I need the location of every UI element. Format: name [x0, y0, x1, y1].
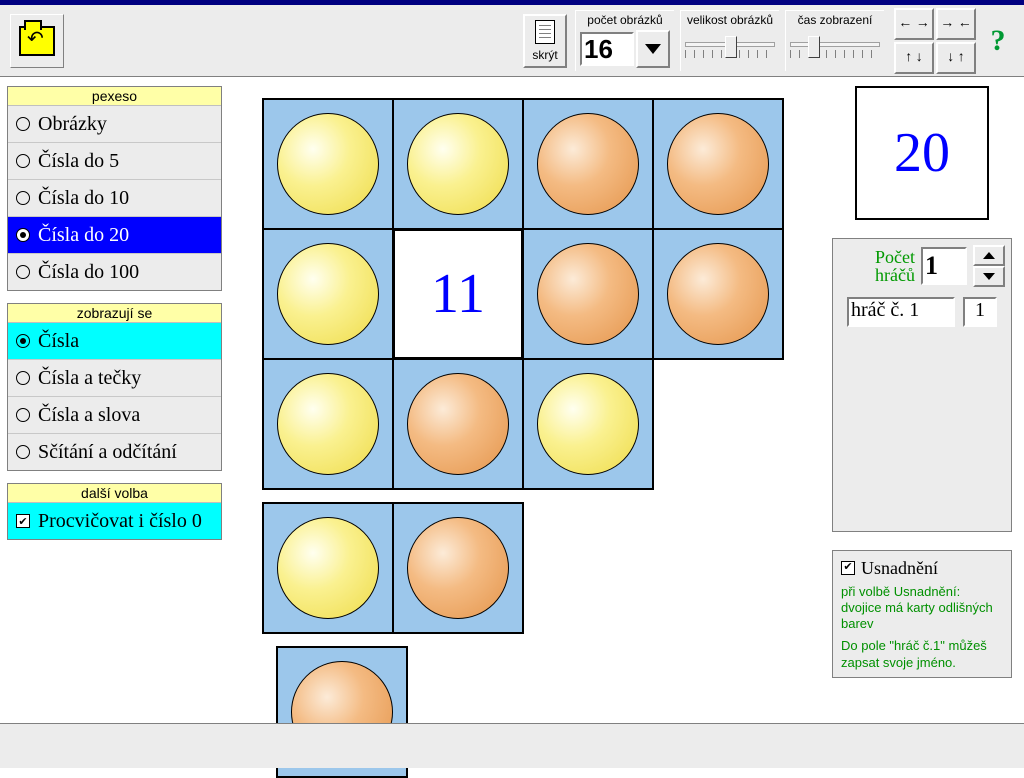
panel-pexeso-title: pexeso	[8, 87, 221, 106]
display-time-caption: čas zobrazení	[798, 13, 873, 29]
orange-ball-icon	[537, 243, 639, 345]
image-size-group: velikost obrázků	[680, 10, 779, 71]
card	[522, 502, 654, 634]
opt-obrazky[interactable]: Obrázky	[8, 106, 221, 143]
hide-button-label: skrýt	[532, 48, 557, 62]
opt-cisla-100[interactable]: Čísla do 100	[8, 254, 221, 290]
opt-cisla-slova[interactable]: Čísla a slova	[8, 397, 221, 434]
right-column: 20 Počethráčů 1 hráč č. 1 1 ✔Usnadnění p…	[832, 86, 1012, 718]
card[interactable]	[262, 228, 394, 360]
image-count-value[interactable]: 16	[580, 32, 634, 66]
help-button[interactable]: ?	[982, 25, 1014, 57]
hint-text-2: Do pole "hráč č.1" můžeš zapsat svoje jm…	[841, 638, 1003, 671]
opt-cisla-5[interactable]: Čísla do 5	[8, 143, 221, 180]
opt-cisla-10[interactable]: Čísla do 10	[8, 180, 221, 217]
yellow-ball-icon	[277, 517, 379, 619]
card[interactable]	[392, 98, 524, 230]
opt-cisla-20[interactable]: Čísla do 20	[8, 217, 221, 254]
revealed-number: 11	[431, 262, 485, 326]
image-count-group: počet obrázků 16	[575, 10, 674, 71]
card[interactable]	[262, 98, 394, 230]
display-time-slider[interactable]	[790, 36, 880, 62]
card[interactable]	[522, 98, 654, 230]
card[interactable]	[392, 502, 524, 634]
arrow-expand-h-button[interactable]: ← →	[894, 8, 934, 40]
card[interactable]	[522, 358, 654, 490]
orange-ball-icon	[667, 243, 769, 345]
display-time-group: čas zobrazení	[785, 10, 884, 71]
panel-zobrazuji: zobrazují se Čísla Čísla a tečky Čísla a…	[7, 303, 222, 471]
card[interactable]	[392, 358, 524, 490]
footer-bar	[0, 723, 1024, 768]
card[interactable]	[652, 98, 784, 230]
image-size-slider[interactable]	[685, 36, 775, 62]
player-count-up-button[interactable]	[973, 245, 1005, 266]
card[interactable]: 11	[392, 228, 524, 360]
card[interactable]	[652, 228, 784, 360]
toolbar: skrýt počet obrázků 16 velikost obrázků …	[0, 0, 1024, 77]
hint-text-1: při volbě Usnadnění: dvojice má karty od…	[841, 584, 1003, 633]
arrow-contract-h-button[interactable]: → ←	[936, 8, 976, 40]
arrow-expand-v-button[interactable]: ↑ ↓	[894, 42, 934, 74]
opt-scitani[interactable]: Sčítání a odčítání	[8, 434, 221, 470]
player-1-name-input[interactable]: hráč č. 1	[847, 297, 955, 327]
player-count-row: Počethráčů 1	[839, 245, 1005, 287]
image-size-caption: velikost obrázků	[687, 13, 773, 29]
document-icon	[535, 20, 555, 44]
yellow-ball-icon	[407, 113, 509, 215]
panel-dalsi: další volba ✔Procvičovat i číslo 0	[7, 483, 222, 540]
open-folder-button[interactable]	[10, 14, 64, 68]
card	[652, 358, 784, 490]
arrow-contract-v-button[interactable]: ↓ ↑	[936, 42, 976, 74]
yellow-ball-icon	[537, 373, 639, 475]
panel-dalsi-title: další volba	[8, 484, 221, 503]
player-count-value[interactable]: 1	[921, 247, 967, 285]
card[interactable]	[262, 358, 394, 490]
image-count-caption: počet obrázků	[587, 13, 662, 29]
orange-ball-icon	[407, 373, 509, 475]
card[interactable]	[262, 502, 394, 634]
player-row-1: hráč č. 1 1	[839, 297, 1005, 327]
panel-pexeso: pexeso Obrázky Čísla do 5 Čísla do 10 Čí…	[7, 86, 222, 291]
player-count-label: Počethráčů	[875, 248, 915, 284]
board-area: 11	[262, 98, 792, 776]
folder-up-icon	[19, 26, 55, 56]
player-1-score: 1	[963, 297, 997, 327]
opt-cisla-tecky[interactable]: Čísla a tečky	[8, 360, 221, 397]
hide-button[interactable]: skrýt	[523, 14, 567, 68]
opt-procvicovat-0[interactable]: ✔Procvičovat i číslo 0	[8, 503, 221, 539]
player-count-spinner	[973, 245, 1005, 287]
hints-panel: ✔Usnadnění při volbě Usnadnění: dvojice …	[832, 550, 1012, 678]
yellow-ball-icon	[277, 113, 379, 215]
players-panel: Počethráčů 1 hráč č. 1 1	[832, 238, 1012, 532]
yellow-ball-icon	[277, 373, 379, 475]
opt-cisla[interactable]: Čísla	[8, 323, 221, 360]
sidebar: pexeso Obrázky Čísla do 5 Čísla do 10 Čí…	[7, 86, 222, 540]
card[interactable]	[522, 228, 654, 360]
orange-ball-icon	[537, 113, 639, 215]
yellow-ball-icon	[277, 243, 379, 345]
orange-ball-icon	[407, 517, 509, 619]
easy-mode-checkbox[interactable]: ✔Usnadnění	[841, 557, 1003, 580]
current-number-display: 20	[855, 86, 989, 220]
card-grid: 11	[262, 98, 792, 776]
move-arrows: ← → ↑ ↓ → ← ↓ ↑	[894, 8, 976, 74]
orange-ball-icon	[667, 113, 769, 215]
image-count-dropdown[interactable]	[636, 30, 670, 68]
player-count-down-button[interactable]	[973, 266, 1005, 287]
panel-zobrazuji-title: zobrazují se	[8, 304, 221, 323]
